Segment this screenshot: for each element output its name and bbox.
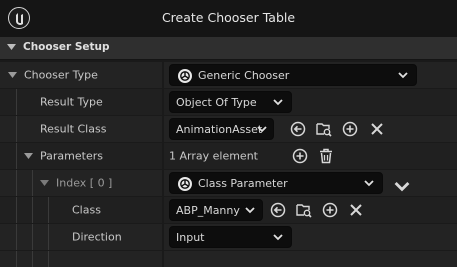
chooser-setup-header[interactable]: Chooser Setup [0, 37, 457, 59]
chevron-down-icon [273, 99, 283, 106]
result-type-value: Object Of Type [176, 96, 257, 109]
folder-search-icon[interactable] [316, 121, 332, 137]
chevron-down-icon [398, 72, 408, 79]
plus-circle-icon[interactable] [342, 121, 358, 137]
close-icon[interactable] [369, 121, 385, 137]
chooser-type-label: Chooser Type [24, 68, 98, 82]
class-value: ABP_Manny [176, 204, 240, 217]
direction-value: Input [176, 231, 205, 244]
direction-label: Direction [72, 230, 122, 244]
parameters-label: Parameters [40, 149, 103, 163]
class-dropdown[interactable]: ABP_Manny [169, 199, 263, 221]
folder-search-icon[interactable] [296, 202, 312, 218]
trash-icon[interactable] [318, 148, 334, 164]
class-label: Class [72, 203, 101, 217]
chooser-type-dropdown[interactable]: Generic Chooser [169, 64, 417, 86]
parameters-count: 1 Array element [169, 149, 258, 163]
row-parameters: Parameters 1 Array element [0, 143, 457, 169]
row-result-type: Result Type Object Of Type [0, 89, 457, 115]
collapse-arrow-icon [7, 44, 16, 50]
back-arrow-icon[interactable] [270, 202, 286, 218]
empty-area [0, 251, 457, 267]
plus-circle-icon[interactable] [322, 202, 338, 218]
chooser-type-value: Generic Chooser [198, 69, 290, 82]
result-type-dropdown[interactable]: Object Of Type [169, 91, 292, 113]
expand-arrow-icon[interactable] [40, 180, 49, 187]
struct-icon [178, 177, 192, 191]
result-class-label: Result Class [40, 122, 107, 136]
expand-arrow-icon[interactable] [24, 153, 33, 160]
chevron-down-icon [273, 234, 283, 241]
row-result-class: Result Class AnimationAsset [0, 116, 457, 142]
chevron-down-icon [364, 180, 374, 187]
window-title: Create Chooser Table [161, 10, 296, 25]
index-0-type-dropdown[interactable]: Class Parameter [169, 172, 383, 194]
close-icon[interactable] [348, 202, 364, 218]
row-class: Class ABP_Manny [0, 197, 457, 223]
details-panel: Chooser Type Generic Chooser Result Type… [0, 60, 457, 267]
row-index-0: Index [ 0 ] Class Parameter [0, 170, 457, 196]
row-direction: Direction Input [0, 224, 457, 250]
chevron-down-icon [245, 207, 255, 214]
section-title: Chooser Setup [23, 41, 110, 53]
index-0-type-value: Class Parameter [198, 177, 288, 190]
struct-icon [178, 69, 192, 83]
result-class-dropdown[interactable]: AnimationAsset [169, 118, 274, 140]
result-type-label: Result Type [40, 95, 103, 109]
result-class-value: AnimationAsset [176, 123, 263, 136]
index-0-label: Index [ 0 ] [56, 176, 113, 190]
array-element-menu-chevron-icon[interactable] [394, 179, 410, 195]
title-bar: Create Chooser Table [0, 0, 457, 36]
chevron-down-icon [257, 126, 267, 133]
expand-arrow-icon[interactable] [8, 72, 17, 79]
row-chooser-type: Chooser Type Generic Chooser [0, 62, 457, 88]
plus-circle-icon[interactable] [292, 148, 308, 164]
direction-dropdown[interactable]: Input [169, 226, 292, 248]
back-arrow-icon[interactable] [290, 121, 306, 137]
